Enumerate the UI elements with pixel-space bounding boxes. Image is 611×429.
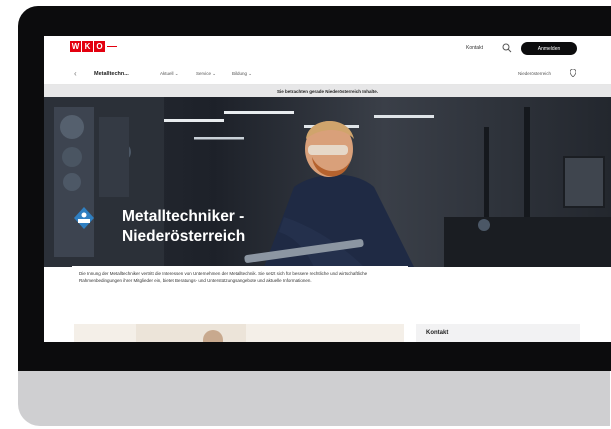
location-pin-icon[interactable] xyxy=(570,69,576,77)
region-notice: Sie betrachten gerade Niederösterreich I… xyxy=(44,85,611,97)
hero-description: Die Innung der Metalltechniker vertritt … xyxy=(72,266,408,306)
innung-badge-icon xyxy=(74,207,94,229)
region-notice-text: Sie betrachten gerade Niederösterreich I… xyxy=(276,88,379,94)
chevron-left-icon[interactable]: ‹ xyxy=(74,69,77,78)
search-icon[interactable] xyxy=(502,43,512,53)
main-nav: ‹ Metalltechn... Aktuell ⌄ Service ⌄ Bil… xyxy=(44,64,611,85)
kontakt-card[interactable]: Kontakt xyxy=(416,324,580,342)
browser-screen: W K O — Kontakt Anmelden ‹ Metalltechn..… xyxy=(44,36,611,342)
kontakt-link[interactable]: Kontakt xyxy=(466,45,483,51)
page-title-line-1: Metalltechniker - xyxy=(122,208,245,225)
region-selector[interactable]: Niederösterreich xyxy=(518,71,551,76)
nav-item-bildung[interactable]: Bildung ⌄ xyxy=(232,71,252,77)
logo-letter-w: W xyxy=(70,41,81,52)
logo-mark: — xyxy=(107,41,117,52)
login-button[interactable]: Anmelden xyxy=(521,42,577,55)
wko-logo[interactable]: W K O — xyxy=(70,41,117,52)
nav-title[interactable]: Metalltechn... xyxy=(94,71,129,77)
login-button-label: Anmelden xyxy=(537,45,561,52)
hero-person-image xyxy=(244,120,414,267)
page-title-line-2: Niederösterreich xyxy=(122,228,246,245)
teaser-card-image xyxy=(136,324,246,342)
site-header: W K O — Kontakt Anmelden xyxy=(44,36,611,64)
logo-letter-o: O xyxy=(94,41,105,52)
teaser-card[interactable] xyxy=(74,324,404,342)
nav-item-service[interactable]: Service ⌄ xyxy=(196,71,216,77)
nav-item-aktuell[interactable]: Aktuell ⌄ xyxy=(160,71,179,77)
page-title: Metalltechniker - Niederösterreich xyxy=(122,207,245,247)
kontakt-card-title: Kontakt xyxy=(426,330,449,336)
logo-letter-k: K xyxy=(82,41,93,52)
hero-banner: Metalltechniker - Niederösterreich xyxy=(44,97,611,267)
